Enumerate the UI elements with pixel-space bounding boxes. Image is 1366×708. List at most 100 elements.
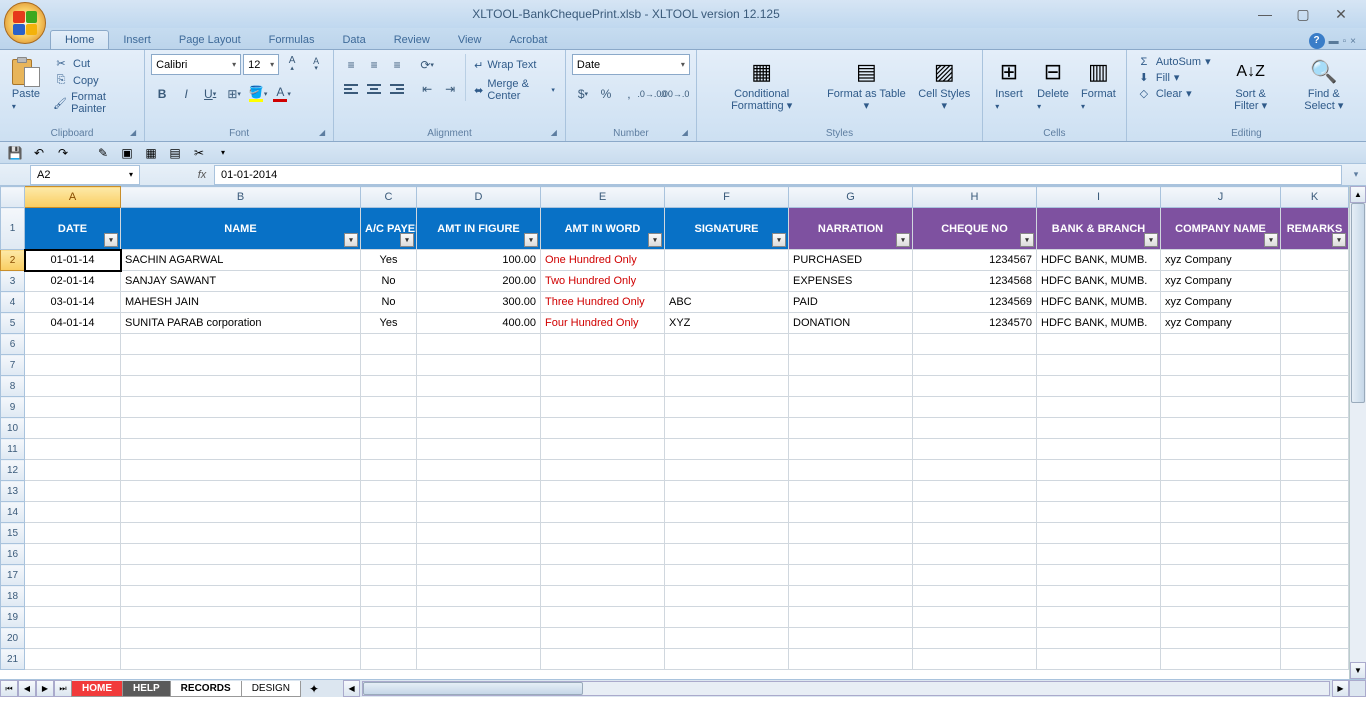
cell[interactable]	[1037, 397, 1161, 418]
cell[interactable]	[25, 628, 121, 649]
cell[interactable]	[1037, 586, 1161, 607]
cell[interactable]	[1281, 607, 1349, 628]
cell[interactable]	[121, 565, 361, 586]
cell[interactable]	[1161, 607, 1281, 628]
tab-last-button[interactable]: ⏭	[54, 680, 72, 697]
wrap-text-button[interactable]: ↵Wrap Text	[470, 54, 559, 76]
row-header[interactable]: 10	[1, 418, 25, 439]
cell[interactable]	[361, 628, 417, 649]
cell[interactable]	[121, 523, 361, 544]
cell[interactable]: SANJAY SAWANT	[121, 271, 361, 292]
cell[interactable]	[913, 544, 1037, 565]
cell[interactable]	[913, 460, 1037, 481]
cell[interactable]	[913, 334, 1037, 355]
cell[interactable]	[913, 523, 1037, 544]
cell[interactable]	[361, 565, 417, 586]
accounting-format-button[interactable]: $▾	[572, 83, 594, 104]
cell[interactable]	[541, 544, 665, 565]
cell[interactable]	[25, 418, 121, 439]
column-header-cheque-no[interactable]: CHEQUE NO▾	[913, 208, 1037, 250]
cell[interactable]	[25, 439, 121, 460]
cell[interactable]	[913, 397, 1037, 418]
cell[interactable]	[541, 376, 665, 397]
close-button[interactable]: ✕	[1328, 6, 1354, 23]
cell[interactable]	[789, 544, 913, 565]
col-header-C[interactable]: C	[361, 187, 417, 208]
row-header[interactable]: 5	[1, 313, 25, 334]
cell[interactable]	[1037, 628, 1161, 649]
cell[interactable]	[417, 502, 541, 523]
border-button[interactable]: ⊞▾	[223, 83, 245, 104]
cell[interactable]	[665, 502, 789, 523]
cell[interactable]	[913, 586, 1037, 607]
cell[interactable]	[789, 628, 913, 649]
cell[interactable]	[1161, 481, 1281, 502]
filter-dropdown-icon[interactable]: ▾	[896, 233, 910, 247]
cell[interactable]	[1037, 544, 1161, 565]
cell[interactable]	[541, 628, 665, 649]
cell[interactable]	[913, 565, 1037, 586]
cell[interactable]	[913, 439, 1037, 460]
qat-redo-button[interactable]: ↷	[54, 144, 72, 162]
column-header-a-c-payee[interactable]: A/C PAYEE▾	[361, 208, 417, 250]
cell[interactable]	[1281, 628, 1349, 649]
col-header-I[interactable]: I	[1037, 187, 1161, 208]
autosum-button[interactable]: ΣAutoSum ▾	[1133, 54, 1214, 69]
cell[interactable]	[417, 376, 541, 397]
cell[interactable]	[1037, 334, 1161, 355]
cell[interactable]	[541, 355, 665, 376]
tab-insert[interactable]: Insert	[109, 31, 165, 49]
cell[interactable]: 1234570	[913, 313, 1037, 334]
cell[interactable]: HDFC BANK, MUMB.	[1037, 271, 1161, 292]
formula-expand-icon[interactable]: ▾	[1346, 169, 1366, 180]
cell[interactable]	[361, 481, 417, 502]
cell[interactable]: 03-01-14	[25, 292, 121, 313]
row-header[interactable]: 4	[1, 292, 25, 313]
filter-dropdown-icon[interactable]: ▾	[648, 233, 662, 247]
align-top-button[interactable]: ≡	[340, 54, 362, 75]
cell[interactable]	[1037, 355, 1161, 376]
cell[interactable]	[121, 439, 361, 460]
alignment-dialog-icon[interactable]: ◢	[551, 128, 557, 137]
column-header-narration[interactable]: NARRATION▾	[789, 208, 913, 250]
cell[interactable]	[121, 502, 361, 523]
cell[interactable]	[541, 586, 665, 607]
format-as-table-button[interactable]: ▤Format as Table ▾	[822, 54, 910, 114]
cell[interactable]	[541, 565, 665, 586]
col-header-E[interactable]: E	[541, 187, 665, 208]
insert-cells-button[interactable]: ⊞Insert▾	[989, 54, 1029, 114]
cell[interactable]	[1281, 292, 1349, 313]
scroll-left-button[interactable]: ◀	[343, 680, 360, 697]
find-select-button[interactable]: 🔍Find & Select ▾	[1288, 54, 1360, 114]
cell[interactable]	[25, 607, 121, 628]
vertical-scrollbar[interactable]: ▲ ▼	[1349, 186, 1366, 679]
cell[interactable]: Three Hundred Only	[541, 292, 665, 313]
cell[interactable]: HDFC BANK, MUMB.	[1037, 313, 1161, 334]
cell[interactable]	[665, 586, 789, 607]
cell[interactable]	[1281, 334, 1349, 355]
cell[interactable]	[361, 355, 417, 376]
cell[interactable]	[1161, 418, 1281, 439]
col-header-A[interactable]: A	[25, 187, 121, 208]
cell[interactable]: SACHIN AGARWAL	[121, 250, 361, 271]
cell[interactable]	[913, 418, 1037, 439]
tab-acrobat[interactable]: Acrobat	[495, 31, 561, 49]
hscroll-thumb[interactable]	[363, 682, 583, 695]
cell[interactable]	[665, 439, 789, 460]
cell[interactable]	[25, 502, 121, 523]
qat-custom4-button[interactable]: ▤	[166, 144, 184, 162]
filter-dropdown-icon[interactable]: ▾	[344, 233, 358, 247]
row-header[interactable]: 16	[1, 544, 25, 565]
cell[interactable]	[25, 376, 121, 397]
tab-next-button[interactable]: ▶	[36, 680, 54, 697]
cell[interactable]	[121, 628, 361, 649]
cell[interactable]	[1281, 250, 1349, 271]
cell[interactable]: Yes	[361, 313, 417, 334]
cell[interactable]: xyz Company	[1161, 292, 1281, 313]
cell[interactable]	[1281, 376, 1349, 397]
cell[interactable]	[417, 460, 541, 481]
cell[interactable]	[25, 397, 121, 418]
filter-dropdown-icon[interactable]: ▾	[1020, 233, 1034, 247]
cell[interactable]: HDFC BANK, MUMB.	[1037, 250, 1161, 271]
cell[interactable]: 100.00	[417, 250, 541, 271]
